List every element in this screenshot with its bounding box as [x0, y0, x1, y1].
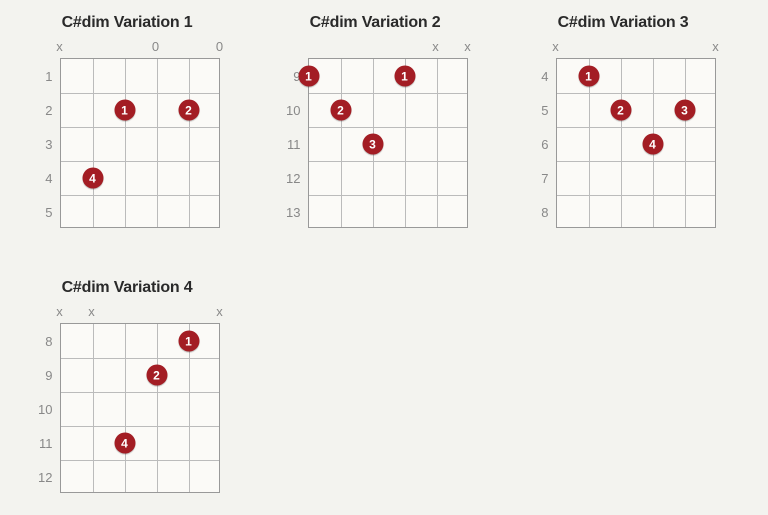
finger-dot: 2	[146, 365, 167, 386]
string-line	[341, 59, 342, 227]
fret-label: 3	[35, 127, 53, 161]
string-line	[157, 324, 158, 492]
fret-label: 4	[35, 161, 53, 195]
fret-labels: 12345	[35, 59, 53, 229]
finger-dot: 4	[82, 168, 103, 189]
open-mute-mark: x	[464, 40, 471, 54]
fret-line	[557, 161, 715, 162]
chord-body: 89101112xxx421	[35, 305, 220, 494]
chord-diagram: C#dim Variation 345678xx1243	[514, 14, 732, 229]
fretboard: 1243	[556, 58, 716, 228]
fret-line	[557, 195, 715, 196]
fret-label: 5	[531, 93, 549, 127]
string-line	[125, 324, 126, 492]
string-line	[125, 59, 126, 227]
fretboard: 1231	[308, 58, 468, 228]
finger-dot: 3	[674, 100, 695, 121]
chord-diagram: C#dim Variation 489101112xxx421	[18, 279, 236, 494]
string-line	[189, 59, 190, 227]
open-mute-mark: x	[56, 305, 63, 319]
fret-label: 2	[35, 93, 53, 127]
fret-line	[557, 93, 715, 94]
chord-title: C#dim Variation 4	[62, 279, 193, 297]
string-line	[157, 59, 158, 227]
fret-label: 12	[35, 460, 53, 494]
fret-label: 6	[531, 127, 549, 161]
chord-title: C#dim Variation 2	[310, 14, 441, 32]
fret-line	[309, 93, 467, 94]
finger-dot: 3	[362, 134, 383, 155]
chord-body: 910111213xx1231	[283, 40, 468, 229]
fret-label: 8	[35, 324, 53, 358]
open-mute-mark: x	[216, 305, 223, 319]
fret-label: 5	[35, 195, 53, 229]
open-mute-mark: 0	[152, 40, 159, 54]
string-line	[621, 59, 622, 227]
finger-dot: 2	[610, 100, 631, 121]
fret-labels: 89101112	[35, 324, 53, 494]
grid-area: xx1243	[556, 40, 716, 228]
open-mute-mark: x	[88, 305, 95, 319]
fret-line	[61, 426, 219, 427]
fret-label: 11	[283, 127, 301, 161]
open-marks-row: xxx	[60, 305, 220, 323]
fret-label: 8	[531, 195, 549, 229]
fret-line	[557, 127, 715, 128]
fret-line	[309, 161, 467, 162]
open-mute-mark: x	[712, 40, 719, 54]
fret-label: 4	[531, 59, 549, 93]
open-mute-mark: x	[432, 40, 439, 54]
open-marks-row: x00	[60, 40, 220, 58]
finger-dot: 4	[114, 433, 135, 454]
open-mute-mark: x	[56, 40, 63, 54]
fret-label: 13	[283, 195, 301, 229]
chord-grid: C#dim Variation 112345x00412C#dim Variat…	[18, 14, 750, 494]
chord-body: 45678xx1243	[531, 40, 716, 229]
finger-dot: 1	[178, 331, 199, 352]
fret-line	[61, 460, 219, 461]
fret-line	[309, 127, 467, 128]
fret-line	[61, 392, 219, 393]
fret-line	[61, 195, 219, 196]
string-line	[685, 59, 686, 227]
grid-area: xx1231	[308, 40, 468, 228]
fret-label: 9	[35, 358, 53, 392]
chord-body: 12345x00412	[35, 40, 220, 229]
fret-line	[61, 161, 219, 162]
chord-title: C#dim Variation 3	[558, 14, 689, 32]
fret-label: 10	[283, 93, 301, 127]
fret-line	[61, 93, 219, 94]
finger-dot: 1	[298, 66, 319, 87]
string-line	[437, 59, 438, 227]
chord-diagram: C#dim Variation 112345x00412	[18, 14, 236, 229]
finger-dot: 2	[330, 100, 351, 121]
fret-line	[309, 195, 467, 196]
string-line	[93, 59, 94, 227]
fret-label: 11	[35, 426, 53, 460]
fret-line	[61, 127, 219, 128]
fret-label: 12	[283, 161, 301, 195]
open-marks-row: xx	[556, 40, 716, 58]
fret-label: 10	[35, 392, 53, 426]
finger-dot: 1	[394, 66, 415, 87]
finger-dot: 2	[178, 100, 199, 121]
fretboard: 4 1 2	[60, 58, 220, 228]
finger-dot: 1	[578, 66, 599, 87]
open-marks-row: xx	[308, 40, 468, 58]
fret-labels: 910111213	[283, 59, 301, 229]
chord-diagram: C#dim Variation 2910111213xx1231	[266, 14, 484, 229]
finger-dot: 4	[642, 134, 663, 155]
grid-area: xxx421	[60, 305, 220, 493]
chord-title: C#dim Variation 1	[62, 14, 193, 32]
fret-label: 7	[531, 161, 549, 195]
open-mute-mark: x	[552, 40, 559, 54]
string-line	[93, 324, 94, 492]
fretboard: 4 21	[60, 323, 220, 493]
fret-line	[61, 358, 219, 359]
fret-label: 1	[35, 59, 53, 93]
fret-labels: 45678	[531, 59, 549, 229]
grid-area: x00412	[60, 40, 220, 228]
open-mute-mark: 0	[216, 40, 223, 54]
finger-dot: 1	[114, 100, 135, 121]
